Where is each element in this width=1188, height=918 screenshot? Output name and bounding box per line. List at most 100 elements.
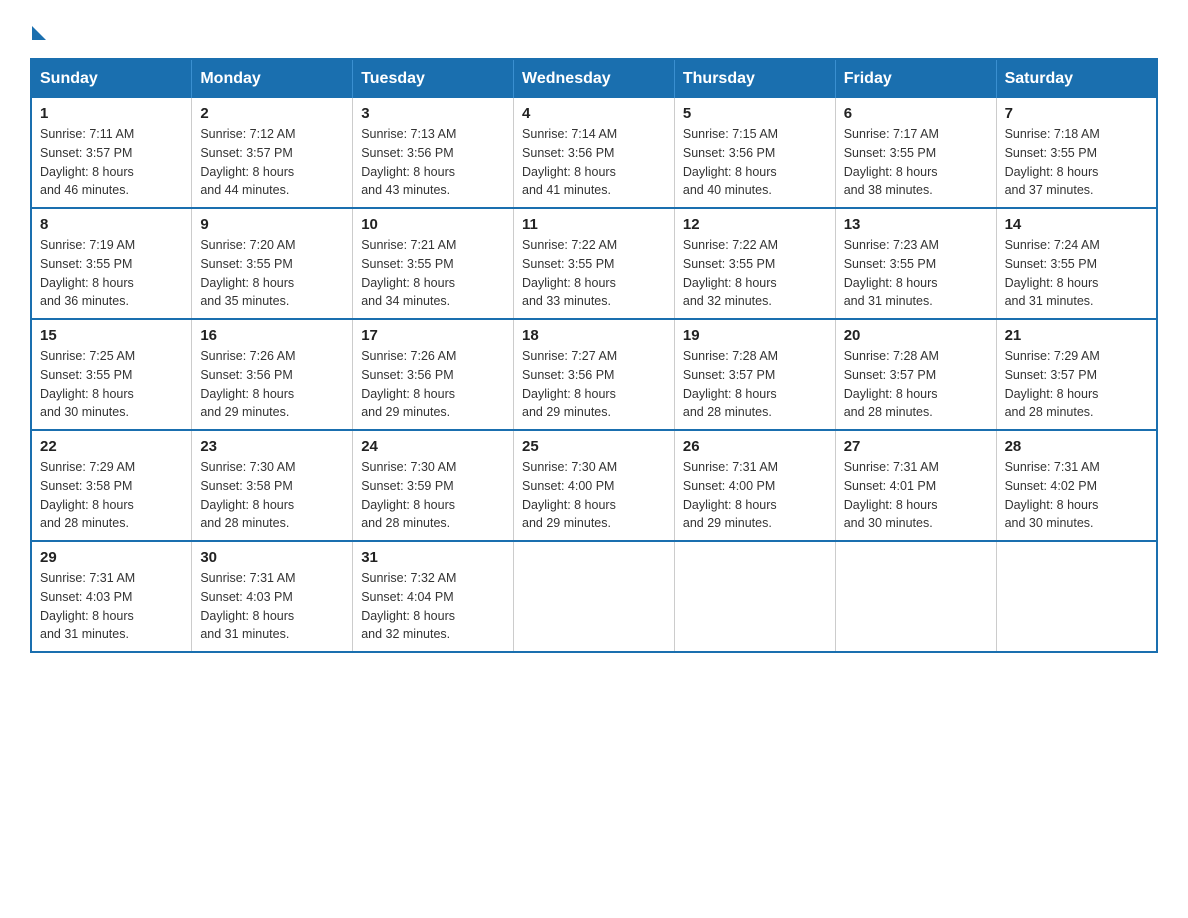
calendar-day-cell: 26 Sunrise: 7:31 AM Sunset: 4:00 PM Dayl… [674, 430, 835, 541]
calendar-week-row: 1 Sunrise: 7:11 AM Sunset: 3:57 PM Dayli… [31, 98, 1157, 208]
day-info: Sunrise: 7:27 AM Sunset: 3:56 PM Dayligh… [522, 347, 666, 422]
calendar-day-cell: 2 Sunrise: 7:12 AM Sunset: 3:57 PM Dayli… [192, 98, 353, 208]
day-info: Sunrise: 7:31 AM Sunset: 4:03 PM Dayligh… [200, 569, 344, 644]
calendar-table: SundayMondayTuesdayWednesdayThursdayFrid… [30, 58, 1158, 653]
day-info: Sunrise: 7:19 AM Sunset: 3:55 PM Dayligh… [40, 236, 183, 311]
calendar-day-cell [514, 541, 675, 652]
day-number: 19 [683, 327, 827, 344]
calendar-day-cell [996, 541, 1157, 652]
day-number: 6 [844, 105, 988, 122]
day-number: 26 [683, 438, 827, 455]
day-number: 1 [40, 105, 183, 122]
day-info: Sunrise: 7:22 AM Sunset: 3:55 PM Dayligh… [683, 236, 827, 311]
calendar-day-cell: 21 Sunrise: 7:29 AM Sunset: 3:57 PM Dayl… [996, 319, 1157, 430]
calendar-day-cell: 7 Sunrise: 7:18 AM Sunset: 3:55 PM Dayli… [996, 98, 1157, 208]
day-info: Sunrise: 7:23 AM Sunset: 3:55 PM Dayligh… [844, 236, 988, 311]
day-number: 10 [361, 216, 505, 233]
day-number: 9 [200, 216, 344, 233]
day-info: Sunrise: 7:31 AM Sunset: 4:01 PM Dayligh… [844, 458, 988, 533]
day-info: Sunrise: 7:12 AM Sunset: 3:57 PM Dayligh… [200, 125, 344, 200]
calendar-week-row: 8 Sunrise: 7:19 AM Sunset: 3:55 PM Dayli… [31, 208, 1157, 319]
day-number: 21 [1005, 327, 1148, 344]
day-info: Sunrise: 7:32 AM Sunset: 4:04 PM Dayligh… [361, 569, 505, 644]
calendar-week-row: 22 Sunrise: 7:29 AM Sunset: 3:58 PM Dayl… [31, 430, 1157, 541]
calendar-day-cell: 17 Sunrise: 7:26 AM Sunset: 3:56 PM Dayl… [353, 319, 514, 430]
calendar-day-cell: 16 Sunrise: 7:26 AM Sunset: 3:56 PM Dayl… [192, 319, 353, 430]
day-number: 4 [522, 105, 666, 122]
day-info: Sunrise: 7:31 AM Sunset: 4:03 PM Dayligh… [40, 569, 183, 644]
day-number: 24 [361, 438, 505, 455]
day-number: 17 [361, 327, 505, 344]
day-number: 23 [200, 438, 344, 455]
calendar-header-row: SundayMondayTuesdayWednesdayThursdayFrid… [31, 59, 1157, 98]
calendar-week-row: 29 Sunrise: 7:31 AM Sunset: 4:03 PM Dayl… [31, 541, 1157, 652]
day-number: 2 [200, 105, 344, 122]
calendar-day-cell: 28 Sunrise: 7:31 AM Sunset: 4:02 PM Dayl… [996, 430, 1157, 541]
day-number: 11 [522, 216, 666, 233]
calendar-day-cell: 11 Sunrise: 7:22 AM Sunset: 3:55 PM Dayl… [514, 208, 675, 319]
calendar-day-cell: 23 Sunrise: 7:30 AM Sunset: 3:58 PM Dayl… [192, 430, 353, 541]
day-info: Sunrise: 7:18 AM Sunset: 3:55 PM Dayligh… [1005, 125, 1148, 200]
calendar-day-header: Sunday [31, 59, 192, 98]
day-number: 14 [1005, 216, 1148, 233]
calendar-day-cell: 15 Sunrise: 7:25 AM Sunset: 3:55 PM Dayl… [31, 319, 192, 430]
day-number: 13 [844, 216, 988, 233]
day-number: 28 [1005, 438, 1148, 455]
calendar-day-cell [674, 541, 835, 652]
calendar-day-header: Saturday [996, 59, 1157, 98]
day-info: Sunrise: 7:20 AM Sunset: 3:55 PM Dayligh… [200, 236, 344, 311]
calendar-day-header: Friday [835, 59, 996, 98]
calendar-day-cell: 24 Sunrise: 7:30 AM Sunset: 3:59 PM Dayl… [353, 430, 514, 541]
calendar-week-row: 15 Sunrise: 7:25 AM Sunset: 3:55 PM Dayl… [31, 319, 1157, 430]
calendar-day-cell: 12 Sunrise: 7:22 AM Sunset: 3:55 PM Dayl… [674, 208, 835, 319]
day-info: Sunrise: 7:29 AM Sunset: 3:58 PM Dayligh… [40, 458, 183, 533]
calendar-day-cell: 8 Sunrise: 7:19 AM Sunset: 3:55 PM Dayli… [31, 208, 192, 319]
day-number: 22 [40, 438, 183, 455]
day-info: Sunrise: 7:26 AM Sunset: 3:56 PM Dayligh… [361, 347, 505, 422]
day-number: 15 [40, 327, 183, 344]
calendar-day-cell: 29 Sunrise: 7:31 AM Sunset: 4:03 PM Dayl… [31, 541, 192, 652]
day-info: Sunrise: 7:31 AM Sunset: 4:00 PM Dayligh… [683, 458, 827, 533]
day-number: 31 [361, 549, 505, 566]
day-info: Sunrise: 7:22 AM Sunset: 3:55 PM Dayligh… [522, 236, 666, 311]
calendar-day-header: Tuesday [353, 59, 514, 98]
day-info: Sunrise: 7:28 AM Sunset: 3:57 PM Dayligh… [683, 347, 827, 422]
day-info: Sunrise: 7:31 AM Sunset: 4:02 PM Dayligh… [1005, 458, 1148, 533]
calendar-day-header: Thursday [674, 59, 835, 98]
page-header [30, 20, 1158, 40]
day-info: Sunrise: 7:30 AM Sunset: 3:59 PM Dayligh… [361, 458, 505, 533]
day-number: 29 [40, 549, 183, 566]
day-number: 20 [844, 327, 988, 344]
day-number: 16 [200, 327, 344, 344]
calendar-day-cell: 1 Sunrise: 7:11 AM Sunset: 3:57 PM Dayli… [31, 98, 192, 208]
day-info: Sunrise: 7:17 AM Sunset: 3:55 PM Dayligh… [844, 125, 988, 200]
day-info: Sunrise: 7:24 AM Sunset: 3:55 PM Dayligh… [1005, 236, 1148, 311]
logo [30, 20, 46, 40]
calendar-day-cell: 22 Sunrise: 7:29 AM Sunset: 3:58 PM Dayl… [31, 430, 192, 541]
day-info: Sunrise: 7:26 AM Sunset: 3:56 PM Dayligh… [200, 347, 344, 422]
calendar-day-header: Wednesday [514, 59, 675, 98]
day-number: 7 [1005, 105, 1148, 122]
day-info: Sunrise: 7:15 AM Sunset: 3:56 PM Dayligh… [683, 125, 827, 200]
calendar-day-cell: 4 Sunrise: 7:14 AM Sunset: 3:56 PM Dayli… [514, 98, 675, 208]
day-info: Sunrise: 7:13 AM Sunset: 3:56 PM Dayligh… [361, 125, 505, 200]
day-number: 8 [40, 216, 183, 233]
day-info: Sunrise: 7:30 AM Sunset: 3:58 PM Dayligh… [200, 458, 344, 533]
day-info: Sunrise: 7:29 AM Sunset: 3:57 PM Dayligh… [1005, 347, 1148, 422]
calendar-day-cell: 31 Sunrise: 7:32 AM Sunset: 4:04 PM Dayl… [353, 541, 514, 652]
calendar-day-cell: 14 Sunrise: 7:24 AM Sunset: 3:55 PM Dayl… [996, 208, 1157, 319]
day-info: Sunrise: 7:21 AM Sunset: 3:55 PM Dayligh… [361, 236, 505, 311]
day-number: 12 [683, 216, 827, 233]
calendar-day-cell: 3 Sunrise: 7:13 AM Sunset: 3:56 PM Dayli… [353, 98, 514, 208]
calendar-day-cell: 10 Sunrise: 7:21 AM Sunset: 3:55 PM Dayl… [353, 208, 514, 319]
calendar-day-cell: 9 Sunrise: 7:20 AM Sunset: 3:55 PM Dayli… [192, 208, 353, 319]
day-number: 18 [522, 327, 666, 344]
calendar-day-cell: 13 Sunrise: 7:23 AM Sunset: 3:55 PM Dayl… [835, 208, 996, 319]
day-number: 27 [844, 438, 988, 455]
calendar-day-cell: 20 Sunrise: 7:28 AM Sunset: 3:57 PM Dayl… [835, 319, 996, 430]
calendar-day-header: Monday [192, 59, 353, 98]
day-number: 5 [683, 105, 827, 122]
logo-arrow-icon [32, 26, 46, 40]
calendar-day-cell: 5 Sunrise: 7:15 AM Sunset: 3:56 PM Dayli… [674, 98, 835, 208]
day-info: Sunrise: 7:28 AM Sunset: 3:57 PM Dayligh… [844, 347, 988, 422]
